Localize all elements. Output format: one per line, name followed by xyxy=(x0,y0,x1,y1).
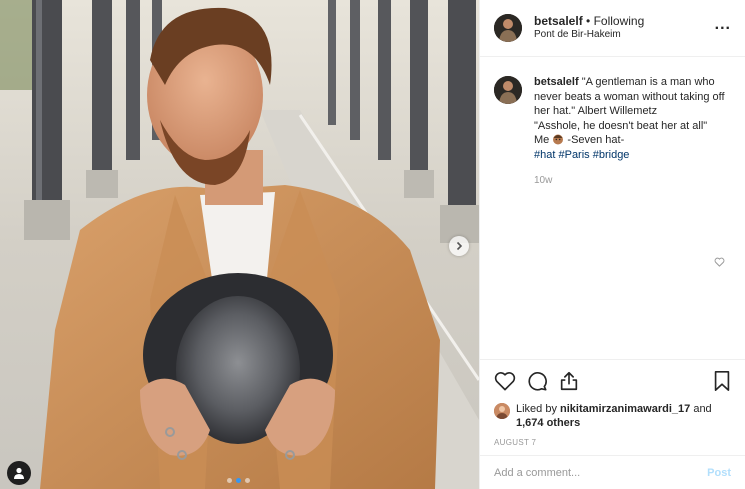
caption-time-ago[interactable]: 10w xyxy=(534,174,731,189)
heart-outline-icon xyxy=(714,257,725,267)
post-date[interactable]: AUGUST 7 xyxy=(494,438,731,447)
hashtag-hat[interactable]: #hat xyxy=(534,149,555,161)
carousel-dot-active xyxy=(236,478,241,483)
carousel-indicator xyxy=(227,478,250,483)
chevron-right-icon xyxy=(456,241,463,251)
share-button[interactable] xyxy=(558,370,580,392)
bookmark-icon xyxy=(714,371,730,391)
liker-avatar[interactable] xyxy=(494,403,510,419)
save-button[interactable] xyxy=(713,370,731,392)
next-photo-button[interactable] xyxy=(449,236,469,256)
likes-summary: Liked by nikitamirzanimawardi_17 and 1,6… xyxy=(494,402,731,430)
author-username[interactable]: betsalelf xyxy=(534,14,583,28)
comment-icon xyxy=(528,372,547,391)
likes-prefix: Liked by xyxy=(516,403,561,415)
avatar-image xyxy=(494,76,522,104)
carousel-dot xyxy=(227,478,232,483)
caption-text-signature: -Seven hat- xyxy=(564,134,625,146)
caption-body: betsalelf "A gentleman is a man who neve… xyxy=(534,75,731,189)
likes-text: Liked by nikitamirzanimawardi_17 and 1,6… xyxy=(516,402,712,430)
post-side-panel: betsalelf • Following Pont de Bir-Hakeim… xyxy=(479,0,745,489)
hashtag-paris[interactable]: #Paris xyxy=(558,149,589,161)
comment-input[interactable] xyxy=(494,466,708,479)
more-options-icon[interactable]: ... xyxy=(715,17,731,36)
header-line: betsalelf • Following xyxy=(534,14,715,28)
header-separator: • xyxy=(582,14,594,28)
post-header: betsalelf • Following Pont de Bir-Hakeim… xyxy=(480,0,745,57)
person-icon xyxy=(14,467,24,479)
hashtag-bridge[interactable]: #bridge xyxy=(593,149,630,161)
comment-button[interactable] xyxy=(526,370,548,392)
header-text: betsalelf • Following Pont de Bir-Hakeim xyxy=(534,14,715,42)
avatar-image xyxy=(494,403,510,419)
post-comment-button[interactable]: Post xyxy=(707,467,731,479)
caption-text-reply: "Asshole, he doesn't beat her at all" xyxy=(534,119,708,132)
like-button[interactable] xyxy=(494,371,516,391)
action-icons xyxy=(494,368,731,394)
likes-middle: and xyxy=(690,403,712,415)
face-emoji-icon xyxy=(553,134,564,145)
author-avatar[interactable] xyxy=(494,14,522,42)
avatar-image xyxy=(494,14,522,42)
heart-icon xyxy=(494,372,516,391)
liker-username[interactable]: nikitamirzanimawardi_17 xyxy=(560,403,690,415)
share-icon xyxy=(560,371,578,391)
post-location[interactable]: Pont de Bir-Hakeim xyxy=(534,28,715,42)
carousel-dot xyxy=(245,478,250,483)
add-comment-bar: Post xyxy=(480,455,745,489)
comments-area: betsalelf "A gentleman is a man who neve… xyxy=(480,57,745,359)
following-status[interactable]: Following xyxy=(594,14,645,28)
caption-text-me: Me xyxy=(534,134,550,146)
instagram-post: betsalelf • Following Pont de Bir-Hakeim… xyxy=(0,0,745,489)
caption: betsalelf "A gentleman is a man who neve… xyxy=(494,75,731,189)
like-comment-button[interactable] xyxy=(714,254,725,272)
photo-scene xyxy=(0,0,479,489)
likes-others-count[interactable]: 1,674 others xyxy=(516,417,580,429)
caption-username[interactable]: betsalelf xyxy=(534,76,579,88)
user-tags-button[interactable] xyxy=(7,461,31,485)
post-photo[interactable] xyxy=(0,0,479,489)
caption-author-avatar[interactable] xyxy=(494,76,522,104)
